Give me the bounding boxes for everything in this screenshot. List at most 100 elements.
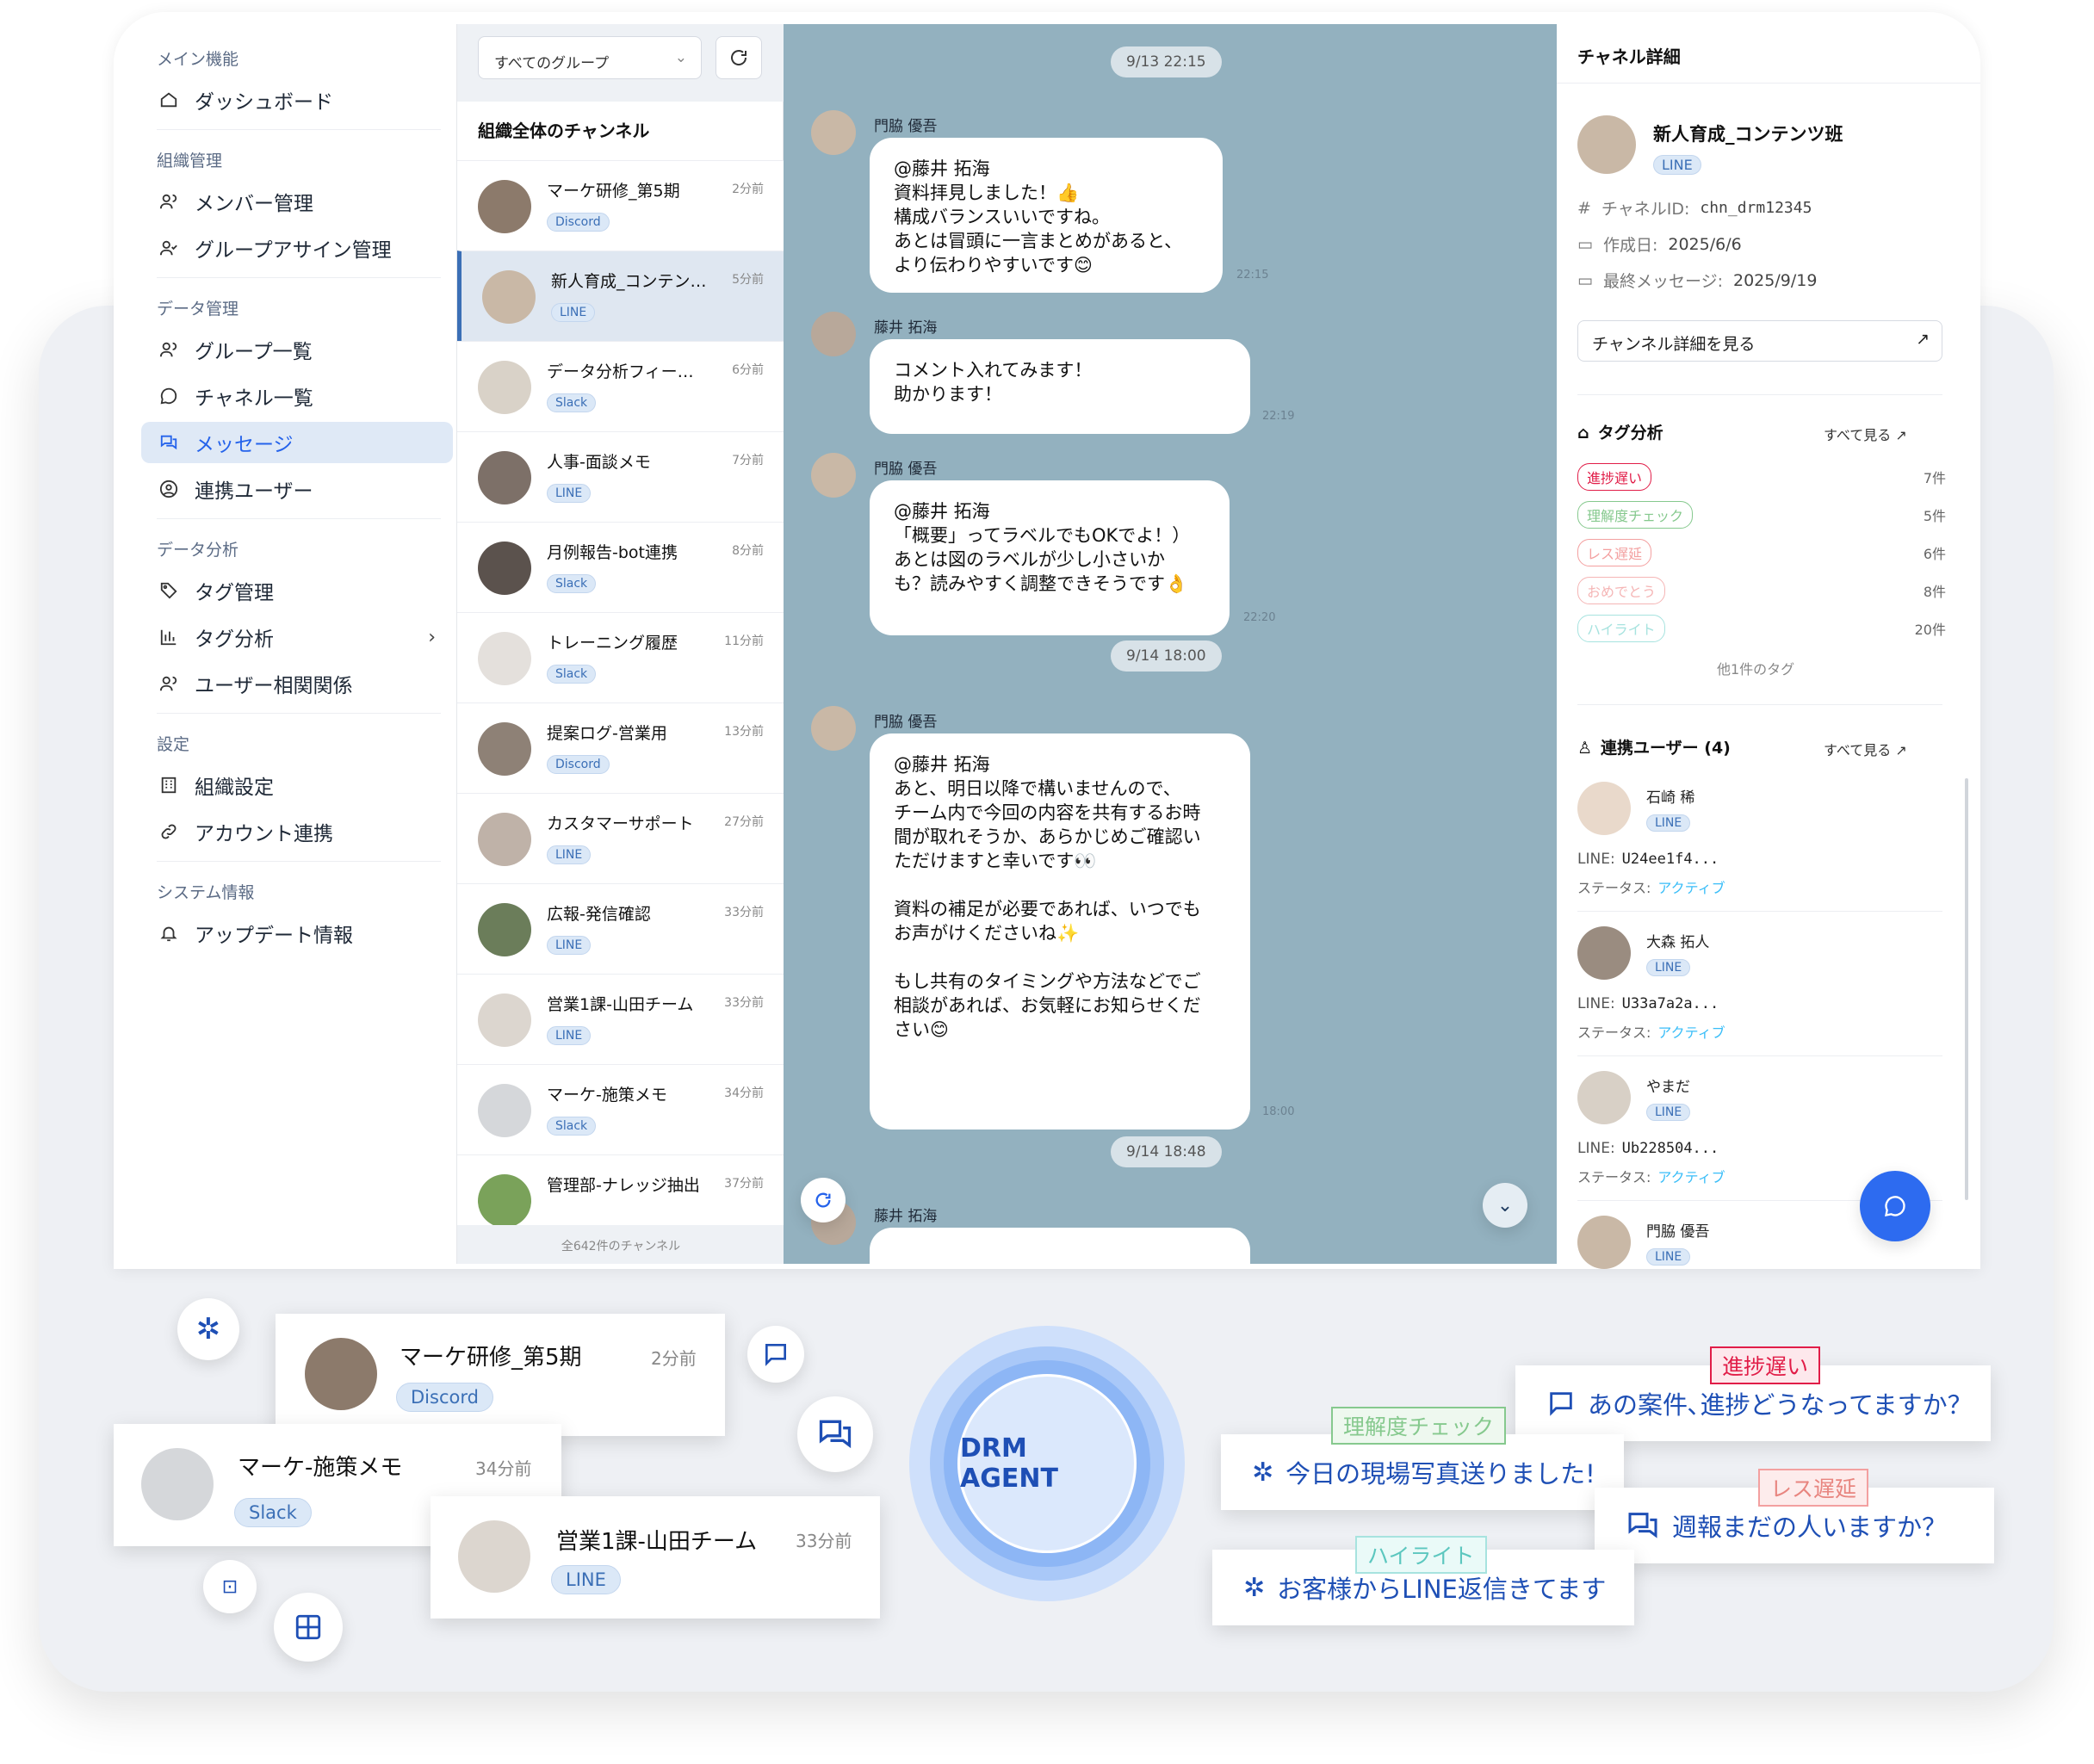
channel-list-item[interactable]: 月例報告-bot連携 8分前 Slack xyxy=(457,522,784,612)
field-label: LINE: xyxy=(1577,995,1615,1012)
user-name: 大森 拓人 xyxy=(1646,934,1710,951)
avatar xyxy=(478,1174,531,1228)
sidebar-item-updates[interactable]: アップデート情報 xyxy=(141,913,453,954)
sidebar-item-label: アカウント連携 xyxy=(195,823,333,845)
channel-time: 6分前 xyxy=(732,363,764,377)
tags-see-all-link[interactable]: すべて見る ↗ xyxy=(1824,424,1907,444)
sidebar-item-members[interactable]: メンバー管理 xyxy=(141,181,453,222)
channel-list-item[interactable]: マーケ-施策メモ 34分前 Slack xyxy=(457,1064,784,1154)
channel-list-item[interactable]: トレーニング履歴 11分前 Slack xyxy=(457,612,784,703)
message-bubble: @藤井 拓海 資料拝見しました！👍 構成バランスいいですね。 あとは冒頭に一言ま… xyxy=(870,138,1223,293)
user-status: ステータス: アクティブ xyxy=(1577,1021,1725,1042)
user-status: ステータス: アクティブ xyxy=(1577,1166,1725,1186)
user-line-id: LINE: U24ee1f4... xyxy=(1577,851,1719,868)
avatar xyxy=(478,722,531,776)
tag-chip[interactable]: 進捗遅い xyxy=(1577,463,1652,491)
refresh-button[interactable] xyxy=(716,36,762,79)
sidebar-item-dashboard[interactable]: ダッシュボード xyxy=(141,79,453,121)
channel-list-item[interactable]: 人事-面談メモ 7分前 LINE xyxy=(457,431,784,522)
tag-analysis-heading: ⌂ タグ分析 xyxy=(1577,420,1663,443)
message-time: 22:15 xyxy=(1236,269,1269,282)
tag-chip[interactable]: レス遅延 xyxy=(1577,539,1652,566)
channel-list: すべてのグループ ⌄ 組織全体のチャンネル マーケ研修_第5期 2分前 Discord… xyxy=(456,24,784,1264)
message-bubble: @藤井 拓海 「概要」ってラベルでもOKでよ！） あとは図のラベルが少し小さいか… xyxy=(870,480,1230,635)
sidebar-item-tags[interactable]: タグ管理 xyxy=(141,570,453,611)
sidebar-item-label: 連携ユーザー xyxy=(195,480,313,503)
sidebar-item-tag-analysis[interactable]: タグ分析 › xyxy=(141,616,453,658)
tag-chip[interactable]: 理解度チェック xyxy=(1577,501,1694,529)
building-icon xyxy=(158,775,179,795)
channel-name: 新人育成_コンテン… xyxy=(551,272,707,291)
channel-list-item[interactable]: 営業1課-山田チーム 33分前 LINE xyxy=(457,974,784,1064)
field-label: チャネルID: xyxy=(1601,200,1690,219)
tag-label: レス遅延 xyxy=(1758,1469,1869,1507)
bot-icon: ⊡ xyxy=(203,1560,257,1613)
app-window: メイン機能 ダッシュボード 組織管理 メンバー管理 グループアサイン管理 データ… xyxy=(114,12,1980,1269)
channel-list-item[interactable]: 提案ログ-営業用 13分前 Discord xyxy=(457,703,784,793)
sidebar-item-label: 組織設定 xyxy=(195,777,274,799)
date-separator: 9/14 18:00 xyxy=(1111,641,1222,672)
platform-badge: LINE xyxy=(547,845,592,864)
avatar xyxy=(478,632,531,685)
reload-button[interactable] xyxy=(801,1178,846,1222)
user-name: 石崎 稀 xyxy=(1646,789,1695,807)
message-bubble xyxy=(870,1228,1250,1264)
date-separator: 9/14 18:48 xyxy=(1111,1136,1222,1167)
field-label: ステータス: xyxy=(1577,1024,1651,1041)
channel-list-item[interactable]: 広報-発信確認 33分前 LINE xyxy=(457,883,784,974)
sidebar-item-linked-users[interactable]: 連携ユーザー xyxy=(141,468,453,510)
message-bubble: コメント入れてみます！ 助かります！ xyxy=(870,339,1250,434)
sidebar-item-messages[interactable]: メッセージ xyxy=(141,422,453,463)
tag-chip[interactable]: おめでとう xyxy=(1577,577,1666,604)
platform-badge: LINE xyxy=(547,936,592,955)
channel-time: 5分前 xyxy=(732,273,764,287)
section-title: データ分析 xyxy=(157,541,239,560)
scrollbar[interactable] xyxy=(1965,778,1968,1200)
channel-list-item[interactable]: カスタマーサポート 27分前 LINE xyxy=(457,793,784,883)
sidebar-item-org-settings[interactable]: 組織設定 xyxy=(141,764,453,806)
chat-bubble-icon xyxy=(747,1326,804,1383)
platform-badge: Discord xyxy=(547,755,610,774)
scroll-down-button[interactable]: ⌄ xyxy=(1483,1183,1527,1228)
chat-fab-button[interactable] xyxy=(1860,1171,1930,1241)
channel-time: 33分前 xyxy=(724,906,764,919)
sidebar-item-account-link[interactable]: アカウント連携 xyxy=(141,811,453,852)
drm-agent-button[interactable]: DRM AGENT xyxy=(957,1374,1137,1553)
status-value: アクティブ xyxy=(1657,1169,1725,1185)
avatar xyxy=(478,903,531,956)
group-select[interactable]: すべてのグループ ⌄ xyxy=(478,36,702,79)
created-date: 2025/6/6 xyxy=(1668,234,1742,254)
sidebar-item-label: メッセージ xyxy=(195,434,294,456)
card-time: 33分前 xyxy=(796,1531,852,1551)
linked-users-heading: ♙ 連携ユーザー (4) xyxy=(1577,735,1731,758)
platform-badge: LINE xyxy=(547,1026,592,1045)
users-see-all-link[interactable]: すべて見る ↗ xyxy=(1824,739,1907,759)
bar-chart-icon xyxy=(158,627,179,647)
calendar-icon: ▭ xyxy=(1577,270,1593,290)
slack-icon: ✲ xyxy=(1252,1457,1274,1488)
avatar xyxy=(478,451,531,504)
sidebar-item-group-assign[interactable]: グループアサイン管理 xyxy=(141,227,453,269)
sidebar-item-groups[interactable]: グループ一覧 xyxy=(141,329,453,370)
status-value: アクティブ xyxy=(1657,1024,1725,1041)
platform-badge: Slack xyxy=(547,665,597,684)
platform-badge: Slack xyxy=(234,1498,312,1527)
field-label: LINE: xyxy=(1577,1140,1615,1157)
channel-list-item[interactable]: データ分析フィー… 6分前 Slack xyxy=(457,341,784,431)
view-channel-detail-button[interactable]: チャンネル詳細を見る ↗ xyxy=(1577,320,1942,362)
users-icon xyxy=(158,673,179,694)
sidebar-item-user-relations[interactable]: ユーザー相関関係 xyxy=(141,663,453,704)
channel-detail-panel: チャネル詳細 新人育成_コンテンツ班 LINE # チャネルID: chn_drm1… xyxy=(1557,24,1980,1269)
platform-badge: LINE xyxy=(1646,959,1691,976)
pill-text: 週報まだの人いますか？ xyxy=(1672,1513,1948,1542)
platform-badge: LINE xyxy=(1646,814,1691,832)
tag-chip[interactable]: ハイライト xyxy=(1577,615,1665,642)
channel-name: マーケ研修_第5期 xyxy=(547,182,680,201)
bell-icon xyxy=(158,923,179,944)
sidebar-item-label: メンバー管理 xyxy=(195,193,313,215)
channel-list-item[interactable]: マーケ研修_第5期 2分前 Discord xyxy=(457,160,784,251)
other-tags: 他1件のタグ xyxy=(1717,661,1795,678)
channel-list-item[interactable]: 新人育成_コンテン… 5分前 LINE xyxy=(457,251,784,341)
avatar xyxy=(1577,926,1631,980)
sidebar-item-channels[interactable]: チャネル一覧 xyxy=(141,375,453,417)
